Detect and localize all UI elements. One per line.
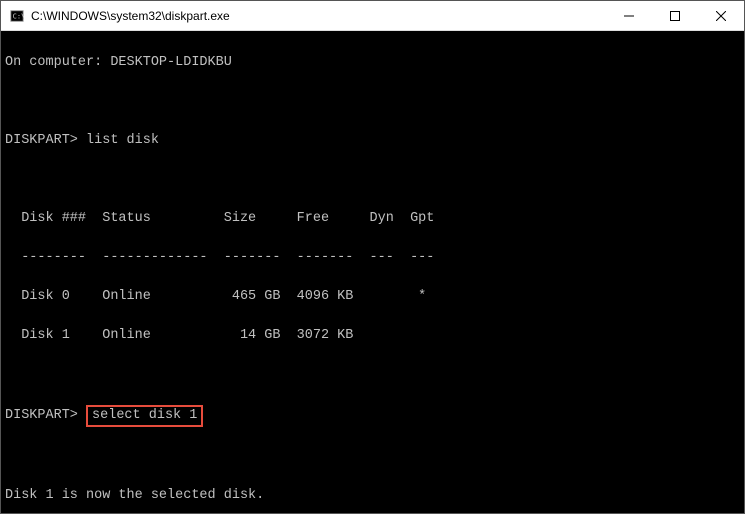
close-button[interactable] (698, 1, 744, 31)
cmd-select-disk: select disk 1 (86, 405, 203, 427)
svg-text:C:\: C:\ (13, 12, 24, 20)
window-title: C:\WINDOWS\system32\diskpart.exe (31, 9, 606, 23)
disk-table-divider: -------- ------------- ------- ------- -… (5, 248, 740, 268)
window-titlebar: C:\ C:\WINDOWS\system32\diskpart.exe (1, 1, 744, 31)
table-row: Disk 1 Online 14 GB 3072 KB (5, 326, 740, 346)
on-computer-line: On computer: DESKTOP-LDIDKBU (5, 53, 740, 73)
minimize-button[interactable] (606, 1, 652, 31)
blank-line (5, 170, 740, 190)
prompt: DISKPART> (5, 408, 78, 423)
blank-line (5, 446, 740, 466)
prompt-line: DISKPART> select disk 1 (5, 405, 740, 427)
terminal-pane[interactable]: On computer: DESKTOP-LDIDKBU DISKPART> l… (1, 31, 744, 513)
app-icon: C:\ (9, 8, 25, 24)
cmd-list-disk: list disk (86, 133, 159, 148)
disk-table-header: Disk ### Status Size Free Dyn Gpt (5, 209, 740, 229)
table-row: Disk 0 Online 465 GB 4096 KB * (5, 287, 740, 307)
blank-line (5, 366, 740, 386)
response-line: Disk 1 is now the selected disk. (5, 486, 740, 506)
prompt-line: DISKPART> list disk (5, 131, 740, 151)
blank-line (5, 92, 740, 112)
maximize-button[interactable] (652, 1, 698, 31)
prompt: DISKPART> (5, 133, 78, 148)
